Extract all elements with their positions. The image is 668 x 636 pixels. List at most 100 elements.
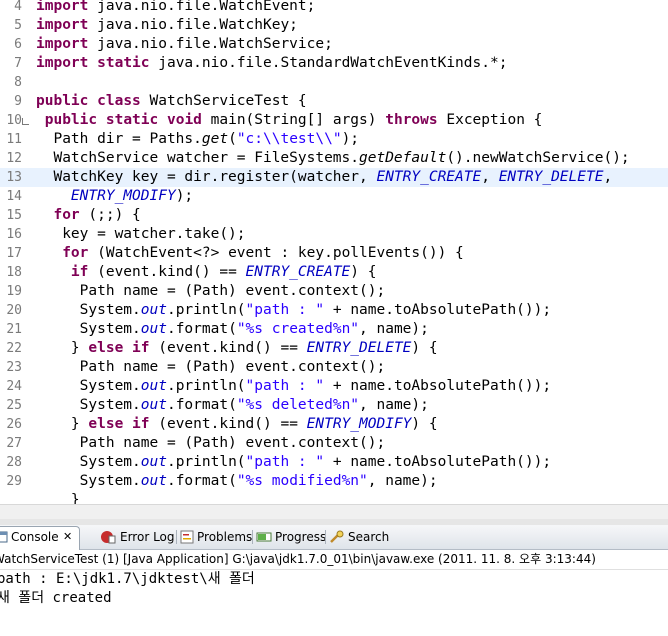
code-text: System.out.format("%s created%n", name); [36, 321, 429, 337]
tab-error-log-label: Error Log [120, 530, 175, 544]
code-text: } else if (event.kind() == ENTRY_MODIFY)… [36, 416, 438, 432]
code-line[interactable]: 20 System.out.println("path : " + name.t… [0, 301, 668, 320]
code-text: public class WatchServiceTest { [36, 93, 307, 109]
code-text: import java.nio.file.WatchKey; [36, 17, 298, 33]
line-number: 5 [14, 18, 22, 33]
code-line[interactable]: 22 } else if (event.kind() == ENTRY_DELE… [0, 339, 668, 358]
code-text: Path name = (Path) event.context(); [36, 359, 386, 375]
tab-separator [325, 530, 326, 544]
line-number: 9 [14, 94, 22, 109]
code-text: Path name = (Path) event.context(); [36, 435, 386, 451]
line-number: 11 [6, 132, 22, 147]
code-line[interactable]: 14 ENTRY_MODIFY); [0, 187, 668, 206]
code-line[interactable]: 9 public class WatchServiceTest { [0, 92, 668, 111]
line-number: 12 [6, 151, 22, 166]
problems-icon [180, 530, 194, 544]
code-text: System.out.format("%s deleted%n", name); [36, 397, 429, 413]
line-number: 10 [6, 113, 22, 128]
console-output[interactable]: path : E:\jdk1.7\jdktest\새 폴더 새 폴더 creat… [0, 570, 668, 636]
code-line[interactable]: 11 Path dir = Paths.get("c:\\test\\"); [0, 130, 668, 149]
code-line[interactable]: 23 Path name = (Path) event.context(); [0, 358, 668, 377]
tab-progress-label: Progress [275, 530, 327, 544]
code-line[interactable]: 10 public static void main(String[] args… [0, 111, 668, 130]
view-tab-bar: Console ✕ Error Log Problems Progress Se… [0, 525, 668, 550]
line-number: 17 [6, 246, 22, 261]
tab-problems[interactable]: Problems [180, 527, 253, 547]
tab-search[interactable]: Search [329, 527, 389, 547]
console-icon [0, 531, 8, 543]
code-text: WatchService watcher = FileSystems.getDe… [36, 150, 630, 166]
console-line: 새 폴더 created [0, 590, 112, 606]
code-line[interactable]: 7 import static java.nio.file.StandardWat… [0, 54, 668, 73]
line-number: 7 [14, 56, 22, 71]
code-line[interactable]: 12 WatchService watcher = FileSystems.ge… [0, 149, 668, 168]
line-number: 14 [6, 189, 22, 204]
code-text: for (;;) { [53, 207, 141, 223]
line-number: 28 [6, 455, 22, 470]
line-number: 23 [6, 360, 22, 375]
code-editor[interactable]: 4 import java.nio.file.WatchEvent; 5 import… [0, 0, 668, 504]
fold-marker-icon[interactable] [22, 118, 29, 125]
code-text: System.out.println("path : " + name.toAb… [36, 302, 552, 318]
code-text: } else if (event.kind() == ENTRY_DELETE)… [36, 340, 438, 356]
code-text: } [36, 492, 80, 504]
tab-console-label: Console [11, 530, 59, 544]
code-line[interactable]: 4 import java.nio.file.WatchEvent; [0, 0, 668, 16]
line-number: 29 [6, 474, 22, 489]
line-number: 21 [6, 322, 22, 337]
tab-problems-label: Problems [197, 530, 253, 544]
line-number: 22 [6, 341, 22, 356]
code-line[interactable]: } [0, 491, 668, 504]
line-number: 4 [14, 0, 22, 14]
code-text: System.out.println("path : " + name.toAb… [36, 378, 552, 394]
line-number: 16 [6, 227, 22, 242]
code-line[interactable]: 18 if (event.kind() == ENTRY_CREATE) { [0, 263, 668, 282]
console-line: path : E:\jdk1.7\jdktest\새 폴더 [0, 571, 255, 587]
code-line[interactable]: 21 System.out.format("%s created%n", nam… [0, 320, 668, 339]
code-line[interactable]: 28 System.out.println("path : " + name.t… [0, 453, 668, 472]
line-number: 24 [6, 379, 22, 394]
code-line[interactable]: 27 Path name = (Path) event.context(); [0, 434, 668, 453]
close-icon[interactable]: ✕ [63, 527, 72, 547]
code-line[interactable]: 17 for (WatchEvent<?> event : key.pollEv… [0, 244, 668, 263]
code-text: WatchKey key = dir.register(watcher, ENT… [36, 169, 613, 185]
code-text: import java.nio.file.WatchEvent; [36, 0, 316, 14]
console-process-description: WatchServiceTest (1) [Java Application] … [0, 550, 668, 570]
console-description-text: WatchServiceTest (1) [Java Application] … [0, 552, 596, 566]
line-number: 19 [6, 284, 22, 299]
code-line[interactable]: 25 System.out.format("%s deleted%n", nam… [0, 396, 668, 415]
code-text: System.out.format("%s modified%n", name)… [36, 473, 438, 489]
code-text: Path name = (Path) event.context(); [36, 283, 386, 299]
code-text: public static void main(String[] args) t… [44, 112, 543, 128]
code-line[interactable]: 16 key = watcher.take(); [0, 225, 668, 244]
code-line[interactable]: 15 for (;;) { [0, 206, 668, 225]
error-log-icon [101, 531, 116, 544]
code-line[interactable]: 26 } else if (event.kind() == ENTRY_MODI… [0, 415, 668, 434]
line-number: 13 [6, 170, 22, 185]
code-line[interactable]: 6 import java.nio.file.WatchService; [0, 35, 668, 54]
tab-error-log[interactable]: Error Log [100, 527, 175, 547]
code-text: Path dir = Paths.get("c:\\test\\"); [36, 131, 360, 147]
code-text: if (event.kind() == ENTRY_CREATE) { [70, 264, 377, 280]
editor-horizontal-scrollbar[interactable] [0, 504, 668, 519]
line-number: 8 [14, 75, 22, 90]
tab-progress[interactable]: Progress [256, 527, 327, 547]
code-text: ENTRY_MODIFY); [70, 188, 194, 204]
line-number: 20 [6, 303, 22, 318]
code-line[interactable]: 8 [0, 73, 668, 92]
code-line[interactable]: 5 import java.nio.file.WatchKey; [0, 16, 668, 35]
tab-separator [252, 530, 253, 544]
code-text: key = watcher.take(); [36, 226, 246, 242]
progress-icon [256, 532, 272, 542]
code-line[interactable]: 29 System.out.format("%s modified%n", na… [0, 472, 668, 491]
line-number: 27 [6, 436, 22, 451]
code-line[interactable]: 13 WatchKey key = dir.register(watcher, … [0, 168, 668, 187]
code-text: System.out.println("path : " + name.toAb… [36, 454, 552, 470]
tab-search-label: Search [348, 530, 390, 544]
tab-console[interactable]: Console ✕ [0, 526, 80, 550]
line-number: 26 [6, 417, 22, 432]
line-number: 15 [6, 208, 22, 223]
code-text: import static java.nio.file.StandardWatc… [36, 55, 508, 71]
code-line[interactable]: 19 Path name = (Path) event.context(); [0, 282, 668, 301]
code-line[interactable]: 24 System.out.println("path : " + name.t… [0, 377, 668, 396]
